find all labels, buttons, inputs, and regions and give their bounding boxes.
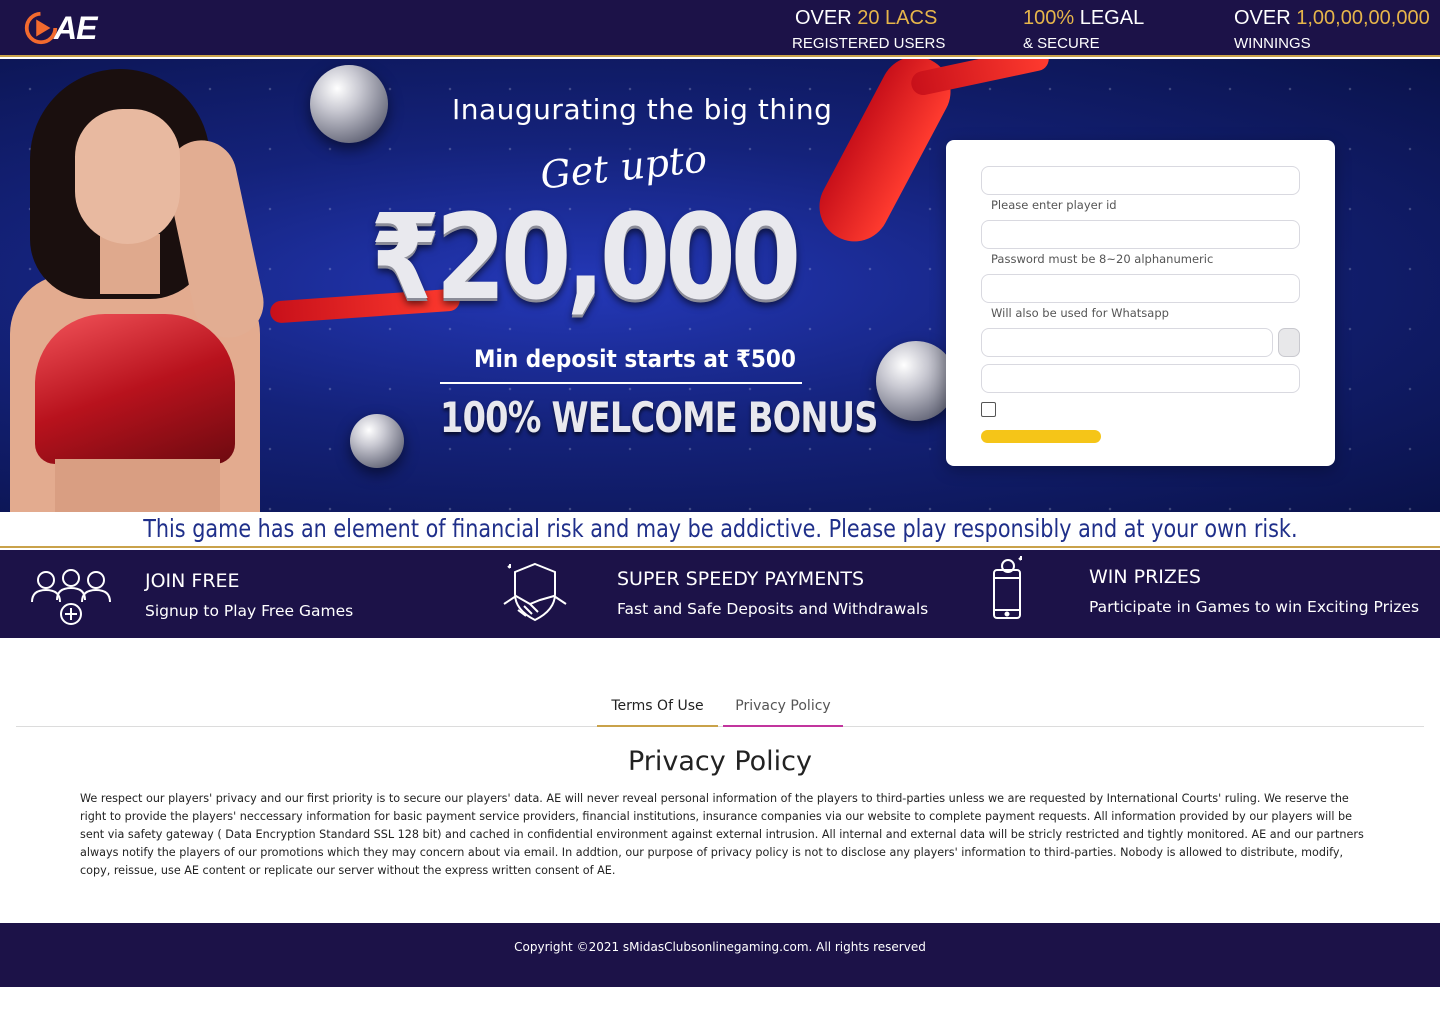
risk-notice-text: This game has an element of financial ri… (142, 514, 1298, 543)
site-header: AE OVER 20 LACS REGISTERED USERS 100% LE… (0, 0, 1440, 57)
stat-winnings-prefix: OVER (1234, 7, 1297, 29)
terms-checkbox[interactable] (981, 402, 996, 417)
ball-bottom-left (350, 414, 404, 468)
stat-users-value: 20 LACS (857, 7, 938, 29)
stat-legal: 100% LEGAL & SECURE (1023, 6, 1144, 55)
promo-banner: Inaugurating the big thing Get upto ₹20,… (0, 59, 1440, 512)
tab-privacy-policy[interactable]: Privacy Policy (723, 696, 843, 727)
stat-legal-label: & SECURE (1023, 35, 1100, 52)
stat-users-prefix: OVER (795, 7, 858, 29)
stat-users-label: REGISTERED USERS (792, 35, 946, 52)
phone-hint: Will also be used for Whatsapp (991, 306, 1169, 320)
logo-text: AE (54, 9, 97, 46)
ball-right (876, 341, 956, 421)
features-strip: JOIN FREE Signup to Play Free Games SUPE… (0, 550, 1440, 638)
promo-min-deposit: Min deposit starts at ₹500 (474, 345, 796, 373)
stat-legal-suffix: LEGAL (1074, 7, 1145, 29)
tabs-divider (16, 726, 1424, 727)
promo-headline: Inaugurating the big thing (452, 93, 833, 126)
risk-notice: This game has an element of financial ri… (0, 512, 1440, 548)
promo-divider (440, 382, 802, 384)
users-plus-icon (31, 569, 111, 625)
stat-users: OVER 20 LACS REGISTERED USERS (792, 6, 946, 55)
referral-input[interactable] (981, 364, 1300, 393)
privacy-title: Privacy Policy (627, 746, 812, 777)
signup-form: Please enter player id Password must be … (946, 140, 1335, 466)
stat-winnings-value: 1,00,00,00,000 (1296, 7, 1430, 29)
password-input[interactable] (981, 220, 1300, 249)
feature-join-subtitle: Signup to Play Free Games (145, 602, 354, 620)
otp-input[interactable] (981, 328, 1273, 357)
privacy-body: We respect our players' privacy and our … (80, 792, 1364, 877)
send-otp-button[interactable] (1278, 328, 1300, 357)
stat-winnings: OVER 1,00,00,00,000 WINNINGS (1234, 6, 1430, 55)
shield-handshake-icon (503, 562, 567, 622)
mobile-prize-icon (993, 556, 1022, 619)
feature-prizes-title: WIN PRIZES (1089, 566, 1201, 588)
player-id-hint: Please enter player id (991, 198, 1117, 212)
stat-legal-value: 100% (1023, 7, 1075, 29)
password-hint: Password must be 8~20 alphanumeric (991, 252, 1214, 266)
stat-winnings-label: WINNINGS (1234, 35, 1311, 52)
feature-payments-title: SUPER SPEEDY PAYMENTS (617, 568, 865, 590)
site-footer: Copyright ©2021 sMidasClubsonlinegaming.… (0, 923, 1440, 987)
feature-prizes-subtitle: Participate in Games to win Exciting Pri… (1089, 598, 1420, 616)
site-logo[interactable]: AE (22, 6, 112, 50)
feature-join-title: JOIN FREE (145, 570, 240, 592)
register-button[interactable] (981, 430, 1101, 443)
copyright-text: Copyright ©2021 sMidasClubsonlinegaming.… (514, 940, 926, 954)
tab-terms-of-use[interactable]: Terms Of Use (597, 696, 718, 727)
promo-bonus: 100% WELCOME BONUS (440, 393, 878, 442)
promo-amount: ₹20,000 (370, 188, 801, 326)
feature-payments-subtitle: Fast and Safe Deposits and Withdrawals (617, 600, 929, 618)
player-id-input[interactable] (981, 166, 1300, 195)
model-image (0, 59, 330, 512)
phone-input[interactable] (981, 274, 1300, 303)
